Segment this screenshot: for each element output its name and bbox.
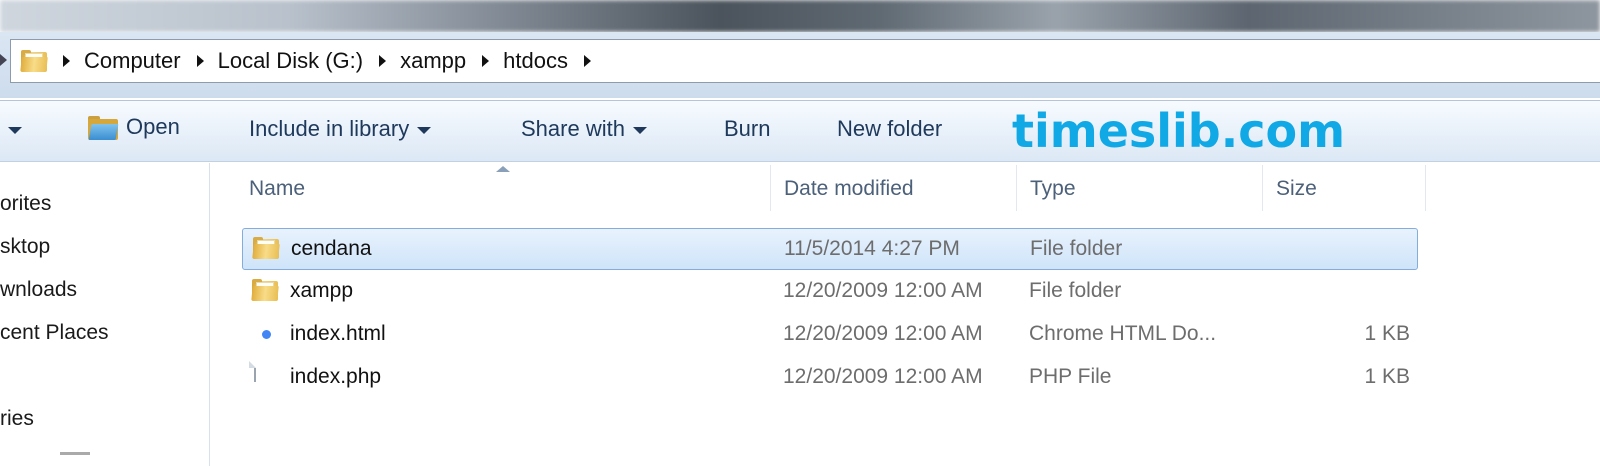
- file-type: PHP File: [1029, 365, 1112, 388]
- breadcrumb-local-disk[interactable]: Local Disk (G:): [218, 48, 363, 74]
- file-size: 1 KB: [1364, 365, 1410, 388]
- include-in-library-button[interactable]: Include in library: [249, 116, 432, 142]
- file-size: 1 KB: [1364, 322, 1410, 345]
- folder-icon: [20, 50, 48, 72]
- file-type: File folder: [1029, 279, 1122, 302]
- column-divider[interactable]: [1016, 165, 1017, 211]
- column-header-size[interactable]: Size: [1276, 177, 1317, 201]
- file-name: cendana: [291, 237, 372, 260]
- title-bar: [0, 0, 1600, 32]
- watermark: timeslib.com: [1012, 104, 1346, 158]
- nav-item-downloads[interactable]: wnloads: [0, 278, 77, 302]
- column-divider[interactable]: [1262, 165, 1263, 211]
- chevron-down-icon: [417, 126, 432, 134]
- address-bar[interactable]: Computer Local Disk (G:) xampp htdocs: [10, 39, 1600, 83]
- nav-item-favorites[interactable]: orites: [0, 192, 51, 216]
- open-folder-icon: [88, 115, 119, 141]
- file-date: 12/20/2009 12:00 AM: [783, 279, 983, 302]
- column-divider[interactable]: [770, 165, 771, 211]
- breadcrumb-arrow-icon[interactable]: [196, 55, 204, 67]
- share-with-button[interactable]: Share with: [521, 116, 647, 142]
- file-date: 12/20/2009 12:00 AM: [783, 365, 983, 388]
- folder-icon: [252, 237, 280, 259]
- breadcrumb-htdocs[interactable]: htdocs: [503, 48, 568, 74]
- file-name: index.php: [290, 365, 382, 388]
- organize-button[interactable]: [8, 116, 22, 142]
- file-name: xampp: [290, 279, 354, 302]
- nav-item-libraries[interactable]: ries: [0, 407, 34, 431]
- nav-item-desktop[interactable]: sktop: [0, 235, 50, 259]
- file-row-xampp[interactable]: xampp 12/20/2009 12:00 AM File folder: [242, 271, 1418, 313]
- breadcrumb-arrow-icon[interactable]: [379, 55, 387, 67]
- back-arrow-icon[interactable]: [0, 54, 7, 66]
- sort-ascending-icon: [496, 166, 510, 172]
- column-header-name[interactable]: Name: [249, 177, 305, 201]
- file-row-index-html[interactable]: index.html 12/20/2009 12:00 AM Chrome HT…: [242, 314, 1418, 356]
- breadcrumb-arrow-icon[interactable]: [583, 55, 591, 67]
- file-name: index.html: [290, 322, 386, 345]
- file-date: 12/20/2009 12:00 AM: [783, 322, 983, 345]
- file-type: File folder: [1030, 237, 1123, 260]
- column-header-date[interactable]: Date modified: [784, 177, 914, 201]
- navigation-pane: orites sktop wnloads cent Places ries: [0, 163, 210, 466]
- file-date: 11/5/2014 4:27 PM: [784, 237, 960, 260]
- breadcrumb-xampp[interactable]: xampp: [400, 48, 466, 74]
- burn-button[interactable]: Burn: [724, 116, 770, 142]
- chevron-down-icon: [632, 126, 647, 134]
- folder-icon: [251, 279, 279, 301]
- breadcrumb-arrow-icon[interactable]: [482, 55, 490, 67]
- column-divider[interactable]: [1425, 165, 1426, 211]
- column-header-type[interactable]: Type: [1030, 177, 1076, 201]
- nav-partial-item: [60, 452, 90, 455]
- new-folder-button[interactable]: New folder: [837, 116, 942, 142]
- command-bar: Open Include in library Share with Burn …: [0, 100, 1600, 162]
- breadcrumb-arrow-icon[interactable]: [63, 55, 70, 67]
- file-type: Chrome HTML Do...: [1029, 322, 1217, 345]
- nav-item-recent-places[interactable]: cent Places: [0, 321, 109, 345]
- breadcrumb-computer[interactable]: Computer: [84, 48, 181, 74]
- column-header-bar: Name Date modified Type Size: [211, 163, 1600, 217]
- file-row-index-php[interactable]: index.php 12/20/2009 12:00 AM PHP File 1…: [242, 357, 1418, 399]
- open-button[interactable]: Open: [88, 114, 180, 141]
- file-row-cendana[interactable]: cendana 11/5/2014 4:27 PM File folder: [242, 228, 1418, 270]
- file-icon: [254, 361, 256, 382]
